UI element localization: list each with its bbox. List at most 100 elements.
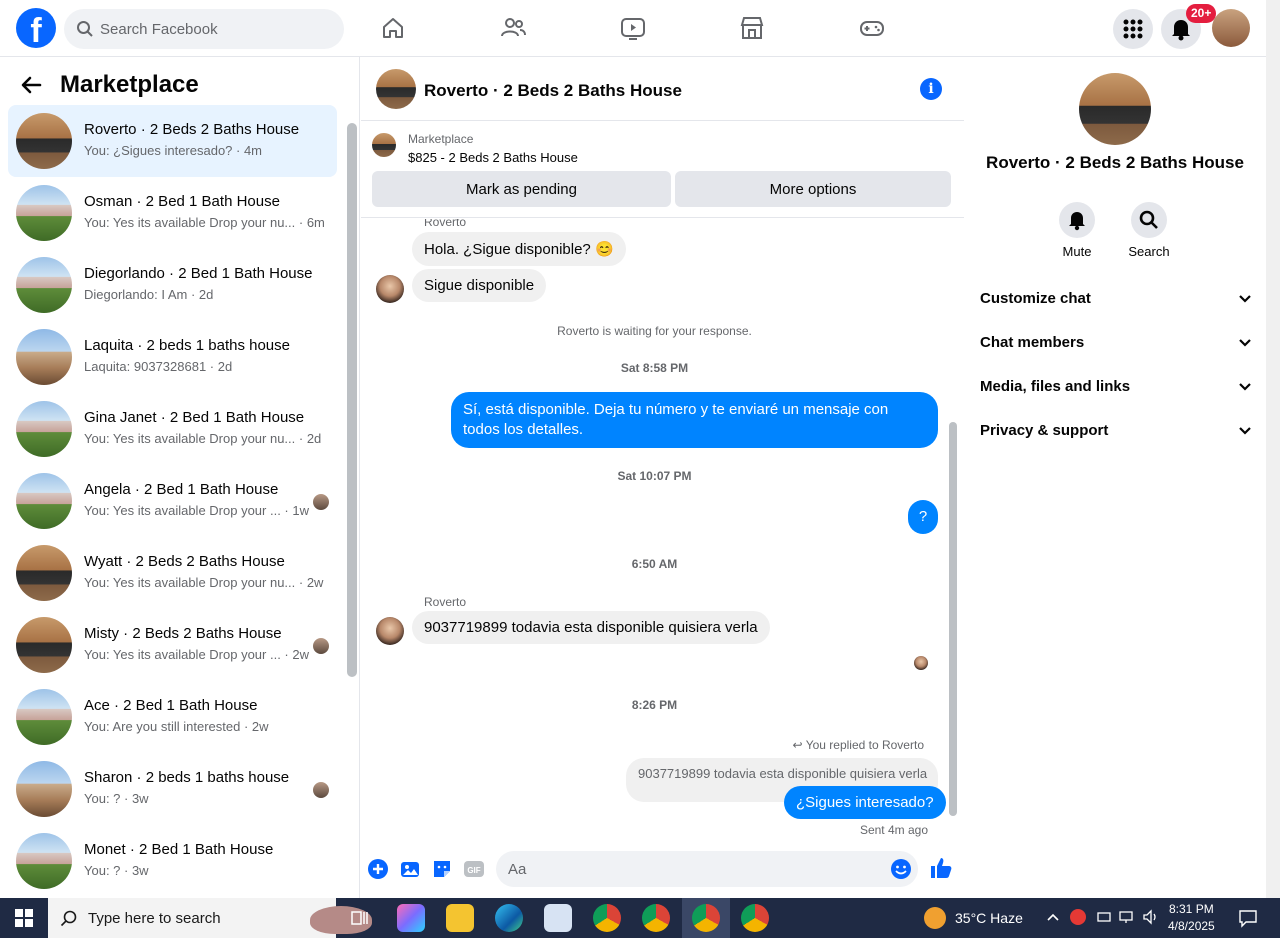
thumbs-up-icon[interactable] [929, 856, 953, 880]
back-arrow-icon[interactable] [20, 74, 42, 96]
gaming-icon[interactable] [858, 14, 886, 42]
file-explorer-icon[interactable] [446, 904, 474, 932]
conversation-name: Osman · 2 Bed 1 Bath House [84, 193, 280, 210]
incoming-message[interactable]: Sigue disponible [412, 269, 547, 302]
grid-menu-icon [1123, 19, 1143, 39]
system-clock[interactable]: 8:31 PM 4/8/2025 [1168, 901, 1215, 935]
conversation-item[interactable]: Gina Janet · 2 Bed 1 Bath House You: Yes … [8, 393, 337, 465]
details-avatar[interactable] [1079, 73, 1151, 145]
window-scrollbar[interactable] [1266, 0, 1280, 898]
conversation-preview: You: Yes its available Drop your nu... ·… [84, 575, 324, 590]
chevron-down-icon [1239, 295, 1251, 303]
conversation-item[interactable]: Osman · 2 Bed 1 Bath House You: Yes its a… [8, 177, 337, 249]
listing-thumbnail [16, 401, 72, 457]
conversation-item[interactable]: Laquita · 2 beds 1 baths house Laquita: 9… [8, 321, 337, 393]
waiting-notice: Roverto is waiting for your response. [557, 324, 752, 338]
conversation-item[interactable]: Sharon · 2 beds 1 baths house You: ? · 3w [8, 753, 337, 825]
outgoing-message[interactable]: Sí, está disponible. Deja tu número y te… [451, 392, 938, 448]
listing-thumbnail [16, 113, 72, 169]
chat-avatar[interactable] [376, 69, 416, 109]
chrome-icon[interactable] [593, 904, 621, 932]
taskbar-search[interactable]: Type here to search [48, 898, 372, 938]
search-input[interactable] [100, 9, 330, 49]
conversation-item[interactable]: Ace · 2 Bed 1 Bath House You: Are you sti… [8, 681, 337, 753]
profile-avatar[interactable] [1212, 9, 1250, 47]
conversation-item[interactable]: Roverto · 2 Beds 2 Baths House You: ¿Sigu… [8, 105, 337, 177]
conversation-item[interactable]: Wyatt · 2 Beds 2 Baths House You: Yes its… [8, 537, 337, 609]
edge-icon[interactable] [495, 904, 523, 932]
section-customize-chat[interactable]: Customize chat [972, 277, 1258, 321]
photo-icon[interactable] [399, 858, 421, 880]
notification-center-icon[interactable] [1238, 908, 1258, 928]
section-media-files-links[interactable]: Media, files and links [972, 365, 1258, 409]
sidebar-header: Marketplace [20, 71, 199, 99]
friends-icon[interactable] [499, 14, 527, 42]
info-icon[interactable]: i [920, 78, 942, 100]
home-icon[interactable] [379, 14, 407, 42]
listing-banner: Marketplace $825 - 2 Beds 2 Baths House … [361, 122, 964, 218]
marketplace-icon[interactable] [738, 14, 766, 42]
antivirus-tray-icon[interactable] [1070, 909, 1086, 925]
task-view-icon[interactable] [350, 908, 370, 928]
conversation-name: Misty · 2 Beds 2 Baths House [84, 625, 282, 642]
search-action[interactable]: Search [1119, 202, 1179, 259]
network-icon[interactable] [1118, 909, 1136, 925]
plus-icon[interactable] [367, 858, 389, 880]
chrome-active-icon[interactable] [692, 904, 720, 932]
chat-scrollbar-thumb[interactable] [949, 422, 957, 816]
volume-icon[interactable] [1142, 909, 1160, 925]
weather-icon[interactable] [924, 907, 946, 929]
sender-avatar[interactable] [376, 275, 404, 303]
menu-button[interactable] [1113, 9, 1153, 49]
outgoing-message[interactable]: ? [908, 500, 938, 534]
listing-thumbnail [16, 257, 72, 313]
facebook-logo[interactable]: f [16, 8, 56, 48]
emoji-icon[interactable] [890, 858, 912, 880]
chat-title[interactable]: Roverto · 2 Beds 2 Baths House [424, 81, 682, 101]
sender-avatar[interactable] [376, 617, 404, 645]
timestamp: Sat 10:07 PM [617, 469, 692, 483]
copilot-icon[interactable] [397, 904, 425, 932]
chevron-up-icon[interactable] [1046, 910, 1060, 924]
chevron-down-icon [1239, 427, 1251, 435]
mute-button[interactable] [1059, 202, 1095, 238]
sidebar-scrollbar[interactable] [347, 123, 357, 677]
more-options-button[interactable]: More options [675, 171, 951, 207]
conversation-item[interactable]: Misty · 2 Beds 2 Baths House You: Yes its… [8, 609, 337, 681]
section-chat-members[interactable]: Chat members [972, 321, 1258, 365]
listing-source: Marketplace [408, 132, 474, 146]
conversation-preview: Laquita: 9037328681 · 2d [84, 359, 233, 374]
weather-text[interactable]: 35°C Haze [955, 910, 1023, 926]
conversation-item[interactable]: Diegorlando · 2 Bed 1 Bath House Diegorla… [8, 249, 337, 321]
snipping-tool-icon[interactable] [544, 904, 572, 932]
chrome-profile-icon[interactable] [741, 904, 769, 932]
section-privacy-support[interactable]: Privacy & support [972, 409, 1258, 453]
chat-scrollbar[interactable] [948, 224, 958, 826]
meet-now-icon[interactable] [1096, 909, 1112, 925]
sender-name: Roverto [424, 595, 467, 609]
mute-action[interactable]: Mute [1047, 202, 1107, 259]
chevron-down-icon [1239, 383, 1251, 391]
sticker-icon[interactable] [431, 858, 453, 880]
video-icon[interactable] [619, 14, 647, 42]
search-conversation-button[interactable] [1131, 202, 1167, 238]
top-navigation-bar: f 20+ [0, 0, 1266, 57]
conversation-item[interactable]: Monet · 2 Bed 1 Bath House You: ? · 3w [8, 825, 337, 897]
conversation-name: Laquita · 2 beds 1 baths house [84, 337, 290, 354]
outgoing-message[interactable]: ¿Sigues interesado? [784, 786, 946, 819]
incoming-message[interactable]: Hola. ¿Sigue disponible? 😊 [412, 232, 626, 266]
windows-start-icon[interactable] [15, 909, 33, 927]
listing-thumbnail[interactable] [372, 133, 396, 157]
search-box[interactable] [64, 9, 344, 49]
message-input-wrapper[interactable] [496, 851, 918, 887]
message-input[interactable] [508, 851, 878, 887]
conversation-item[interactable]: Angela · 2 Bed 1 Bath House You: Yes its … [8, 465, 337, 537]
listing-price[interactable]: $825 - 2 Beds 2 Baths House [408, 150, 578, 165]
gif-icon[interactable]: GIF [463, 858, 485, 880]
section-label: Privacy & support [980, 422, 1109, 439]
conversation-name: Angela · 2 Bed 1 Bath House [84, 481, 279, 498]
incoming-message[interactable]: 9037719899 todavia esta disponible quisi… [412, 611, 770, 644]
mark-pending-button[interactable]: Mark as pending [372, 171, 671, 207]
timestamp: Sat 8:58 PM [620, 361, 689, 375]
chrome-profile-icon[interactable] [642, 904, 670, 932]
